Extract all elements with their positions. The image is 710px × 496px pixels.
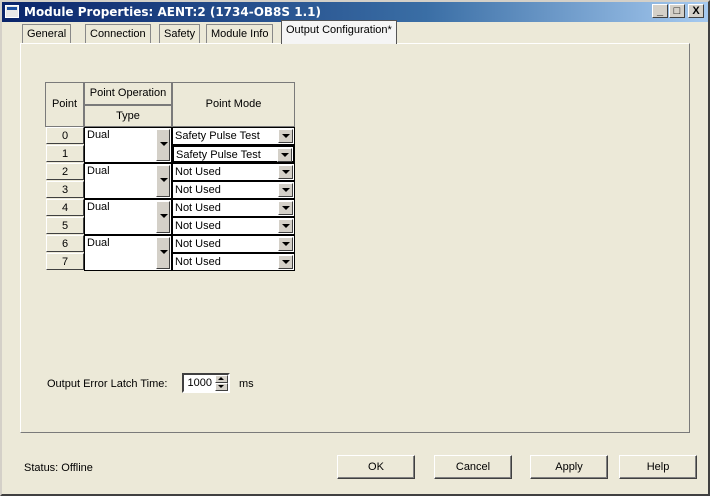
window-icon	[5, 5, 19, 18]
chevron-down-icon[interactable]	[278, 183, 293, 197]
point-cell: 3	[46, 181, 84, 198]
point-cell: 2	[46, 163, 84, 180]
point-mode-select-1[interactable]: Safety Pulse Test	[172, 145, 295, 163]
point-cell: 5	[46, 217, 84, 234]
point-mode-select-2[interactable]: Not Used	[172, 163, 295, 181]
apply-button[interactable]: Apply	[530, 455, 608, 479]
point-mode-select-0[interactable]: Safety Pulse Test	[172, 127, 295, 145]
point-mode-select-6[interactable]: Not Used	[172, 235, 295, 253]
mode-value: Safety Pulse Test	[175, 130, 260, 142]
point-cell: 0	[46, 127, 84, 144]
chevron-down-icon[interactable]	[278, 219, 293, 233]
header-type: Type	[84, 105, 172, 127]
chevron-down-icon[interactable]	[156, 129, 170, 161]
type-value: Dual	[87, 201, 110, 213]
title-bar[interactable]: Module Properties: AENT:2 (1734-OB8S 1.1…	[2, 2, 708, 22]
chevron-down-icon[interactable]	[278, 201, 293, 215]
type-select-points-0-1[interactable]: Dual	[84, 127, 172, 163]
maximize-button[interactable]: □	[669, 4, 685, 18]
status-text: Status: Offline	[24, 462, 93, 474]
mode-value: Not Used	[175, 256, 221, 268]
mode-value: Not Used	[175, 220, 221, 232]
chevron-down-icon[interactable]	[278, 165, 293, 179]
latch-time-spinner[interactable]	[215, 375, 228, 391]
point-cell: 7	[46, 253, 84, 270]
type-value: Dual	[87, 129, 110, 141]
point-cell: 4	[46, 199, 84, 216]
close-button[interactable]: X	[688, 4, 704, 18]
header-point-operation: Point Operation	[84, 82, 172, 105]
spin-up-icon[interactable]	[215, 375, 228, 383]
point-cell: 1	[46, 145, 84, 162]
type-select-points-2-3[interactable]: Dual	[84, 163, 172, 199]
spin-down-icon[interactable]	[215, 383, 228, 391]
chevron-down-icon[interactable]	[156, 237, 170, 269]
latch-time-unit: ms	[239, 378, 254, 390]
chevron-down-icon[interactable]	[278, 129, 293, 143]
mode-value: Safety Pulse Test	[176, 149, 261, 161]
latch-time-label: Output Error Latch Time:	[47, 378, 168, 390]
cancel-button[interactable]: Cancel	[434, 455, 512, 479]
type-select-points-4-5[interactable]: Dual	[84, 199, 172, 235]
point-mode-select-4[interactable]: Not Used	[172, 199, 295, 217]
mode-value: Not Used	[175, 202, 221, 214]
tab-connection[interactable]: Connection	[85, 24, 151, 43]
header-point-mode: Point Mode	[172, 82, 295, 127]
tab-general[interactable]: General	[22, 24, 72, 43]
chevron-down-icon[interactable]	[278, 237, 293, 251]
chevron-down-icon[interactable]	[156, 165, 170, 197]
tab-output-configuration[interactable]: Output Configuration*	[281, 20, 397, 44]
help-button[interactable]: Help	[619, 455, 697, 479]
mode-value: Not Used	[175, 184, 221, 196]
type-select-points-6-7[interactable]: Dual	[84, 235, 172, 271]
chevron-down-icon[interactable]	[156, 201, 170, 233]
mode-value: Not Used	[175, 166, 221, 178]
window-title: Module Properties: AENT:2 (1734-OB8S 1.1…	[24, 5, 321, 19]
type-value: Dual	[87, 237, 110, 249]
point-mode-select-5[interactable]: Not Used	[172, 217, 295, 235]
ok-button[interactable]: OK	[337, 455, 415, 479]
tab-safety[interactable]: Safety	[159, 24, 201, 43]
minimize-button[interactable]: _	[652, 4, 668, 18]
type-value: Dual	[87, 165, 110, 177]
point-mode-select-3[interactable]: Not Used	[172, 181, 295, 199]
header-point: Point	[45, 82, 84, 127]
tab-module-info[interactable]: Module Info	[206, 24, 274, 43]
chevron-down-icon[interactable]	[277, 148, 292, 162]
chevron-down-icon[interactable]	[278, 255, 293, 269]
mode-value: Not Used	[175, 238, 221, 250]
point-mode-select-7[interactable]: Not Used	[172, 253, 295, 271]
point-cell: 6	[46, 235, 84, 252]
